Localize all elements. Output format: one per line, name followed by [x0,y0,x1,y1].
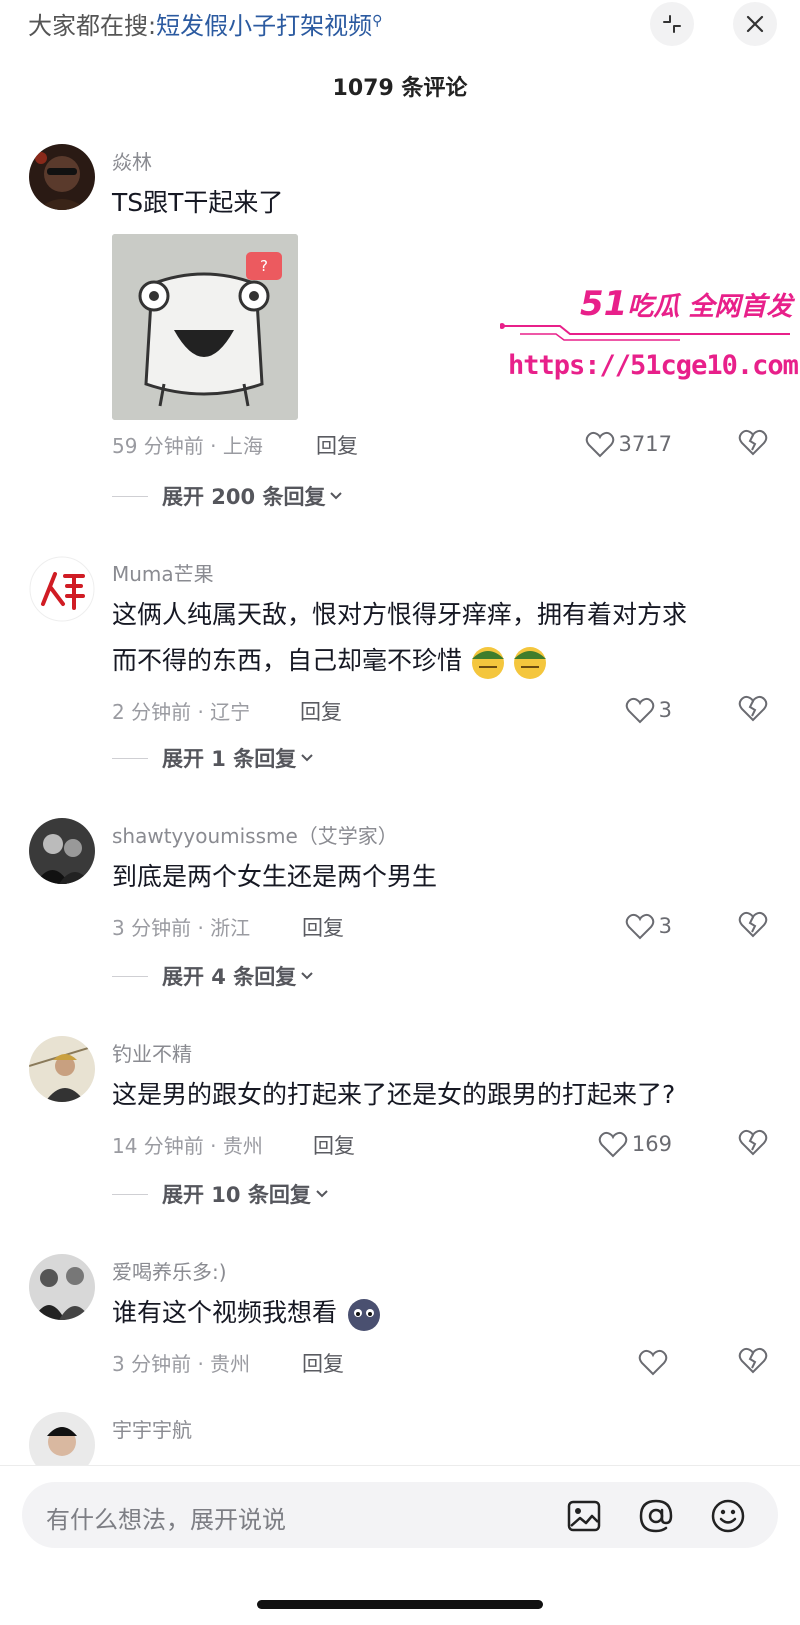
username[interactable]: 爱喝养乐多:) [112,1256,227,1285]
trending-search-prefix: 大家都在搜: [28,12,157,40]
collapse-icon [663,15,681,33]
broken-heart-icon [738,1347,768,1374]
at-icon [639,1499,673,1533]
comment-text: 到底是两个女生还是两个男生 [112,862,438,891]
reply-button[interactable]: 回复 [316,430,358,460]
expand-replies-label: 展开 4 条回复 [162,965,297,989]
expand-divider [112,495,148,497]
comment-text: 这是男的跟女的打起来了还是女的跟男的打起来了? [112,1080,676,1109]
dislike-button[interactable] [738,694,768,726]
like-button[interactable]: 3 [625,694,672,726]
like-button[interactable]: 3 [625,910,672,942]
comment-time-location: 59 分钟前 · 上海 [112,434,263,458]
avatar[interactable] [29,144,95,210]
broken-heart-icon [738,429,768,456]
dislike-button[interactable] [738,428,768,460]
mention-button[interactable] [638,1498,674,1538]
like-button[interactable] [638,1346,672,1378]
username[interactable]: 钓业不精 [112,1038,192,1067]
dislike-button[interactable] [738,1346,768,1378]
army-emoji-icon [471,647,546,679]
close-icon [746,15,764,33]
username[interactable]: Muma芒果 [112,558,214,587]
chevron-down-icon [301,972,313,980]
comment-time-location: 14 分钟前 · 贵州 [112,1134,263,1158]
reply-button[interactable]: 回复 [313,1130,355,1160]
watermark-url: https://51cge10.com [508,350,799,381]
like-button[interactable]: 3717 [585,428,672,460]
expand-replies[interactable]: 展开 4 条回复 [112,962,314,990]
reply-button[interactable]: 回复 [302,912,344,942]
expand-divider [112,1193,148,1195]
avatar[interactable] [29,1254,95,1320]
expand-divider [112,975,148,977]
like-count: 3717 [618,432,672,456]
emoji-button[interactable] [710,1498,746,1538]
sticker-image[interactable]: ? [112,234,298,420]
comment-text: 谁有这个视频我想看 [112,1290,383,1336]
username[interactable]: shawtyyoumissme（艾学家） [112,820,398,849]
close-button[interactable] [733,2,777,46]
like-count: 169 [631,1132,672,1156]
heart-outline-icon [625,913,654,940]
broken-heart-icon [738,911,768,938]
heart-outline-icon [598,1131,628,1158]
broken-heart-icon [738,1129,768,1156]
heart-outline-icon [585,431,614,458]
like-count: 3 [658,698,672,722]
dislike-button[interactable] [738,1128,768,1160]
home-indicator[interactable] [257,1600,543,1609]
chevron-down-icon [330,492,343,500]
expand-replies-label: 展开 200 条回复 [162,485,326,509]
expand-replies-label: 展开 10 条回复 [162,1183,311,1207]
username[interactable]: 焱林 [112,146,152,175]
trending-search-term[interactable]: 短发假小子打架视频 [156,12,372,40]
expand-replies[interactable]: 展开 1 条回复 [112,744,314,772]
expand-replies[interactable]: 展开 200 条回复 [112,482,343,510]
watermark-brand-number: 51 [580,284,628,324]
expand-replies-label: 展开 1 条回复 [162,747,297,771]
comment-text-line: 谁有这个视频我想看 [112,1298,338,1327]
comment-input[interactable]: 有什么想法，展开说说 [22,1482,778,1548]
avatar[interactable] [29,1036,95,1102]
heart-outline-icon [625,697,654,724]
image-icon [567,1500,601,1532]
broken-heart-icon [738,695,768,722]
chevron-down-icon [316,1190,328,1198]
comment-time-location: 3 分钟前 · 浙江 [112,916,251,940]
username[interactable]: 宇宇宇航 [112,1414,192,1443]
watermark-brand: 51吃瓜 全网首发 [580,284,792,324]
blob-emoji-icon [347,1299,380,1331]
emoji-icon [711,1499,745,1533]
watermark-circuit-lines [500,323,790,341]
expand-divider [112,757,148,759]
image-button[interactable] [566,1498,602,1538]
reply-button[interactable]: 回复 [302,1348,344,1378]
top-bar: 大家都在搜:短发假小子打架视频⚲ [0,0,800,56]
comment-time-location: 3 分钟前 · 贵州 [112,1352,251,1376]
sticker-badge: ? [246,252,282,280]
avatar[interactable] [29,556,95,622]
comment-text-line: 而不得的东西，自己却毫不珍惜 [112,646,463,675]
reply-button[interactable]: 回复 [300,696,342,726]
expand-replies[interactable]: 展开 10 条回复 [112,1180,329,1208]
comment-text: TS跟T干起来了 [112,188,284,217]
comment-input-bar: 有什么想法，展开说说 [0,1466,800,1625]
avatar[interactable] [29,818,95,884]
like-count: 3 [658,914,672,938]
comment-input-placeholder: 有什么想法，展开说说 [46,1506,286,1534]
comment-time-location: 2 分钟前 · 辽宁 [112,700,251,724]
comment-count-title: 1079 条评论 [332,76,468,101]
watermark-brand-text: 吃瓜 全网首发 [627,292,793,322]
search-icon: ⚲ [372,13,383,29]
like-button[interactable]: 169 [598,1128,672,1160]
chevron-down-icon [301,754,313,762]
trending-search[interactable]: 大家都在搜:短发假小子打架视频⚲ [28,6,382,41]
collapse-button[interactable] [650,2,694,46]
heart-outline-icon [638,1349,668,1376]
watermark: 51吃瓜 全网首发 https://51cge10.com [500,284,799,384]
dislike-button[interactable] [738,910,768,942]
comment-text: 这俩人纯属天敌，恨对方恨得牙痒痒，拥有着对方求 [112,600,688,629]
comment-text: 而不得的东西，自己却毫不珍惜 [112,638,550,684]
